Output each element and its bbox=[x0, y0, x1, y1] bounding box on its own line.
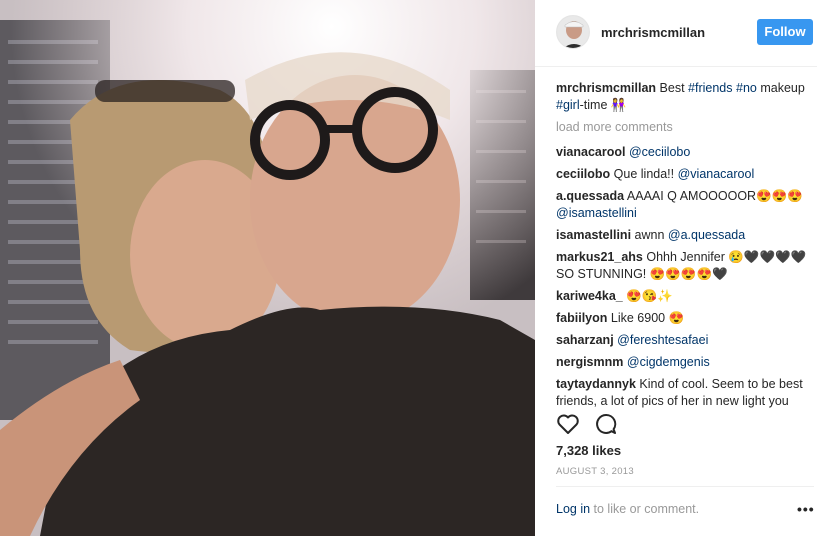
comment-username[interactable]: ceciilobo bbox=[556, 167, 610, 181]
comment: markus21_ahs Ohhh Jennifer 😢🖤🖤🖤🖤 SO STUN… bbox=[556, 249, 814, 283]
comment: fabiilyon Like 6900 😍 bbox=[556, 310, 814, 327]
post-header: mrchrismcmillan Follow bbox=[535, 0, 817, 67]
hashtag-no[interactable]: #no bbox=[736, 81, 757, 95]
divider bbox=[556, 486, 814, 487]
comment: nergismnm @cigdemgenis bbox=[556, 354, 814, 371]
comment-text: AAAAI Q AMOOOOOR😍😍😍 bbox=[626, 189, 803, 203]
comment-username[interactable]: nergismnm bbox=[556, 355, 623, 369]
comments-list: mrchrismcmillan Best #friends #no makeup… bbox=[556, 80, 814, 415]
post-date: AUGUST 3, 2013 bbox=[556, 466, 634, 477]
login-prompt: Log in to like or comment. bbox=[556, 502, 699, 516]
comment-username[interactable]: fabiilyon bbox=[556, 311, 607, 325]
caption-text-3: -time 👭 bbox=[579, 98, 627, 112]
username[interactable]: mrchrismcmillan bbox=[601, 25, 705, 40]
likes-count[interactable]: 7,328 likes bbox=[556, 443, 621, 458]
caption-username[interactable]: mrchrismcmillan bbox=[556, 81, 656, 95]
load-more-comments[interactable]: load more comments bbox=[556, 119, 814, 136]
heart-icon[interactable] bbox=[556, 413, 580, 440]
post-photo[interactable] bbox=[0, 0, 535, 536]
comment-mention[interactable]: @isamastellini bbox=[556, 206, 637, 220]
post-actions bbox=[556, 413, 618, 437]
caption-text-2: makeup bbox=[756, 81, 805, 95]
comment-mention[interactable]: @fereshtesafaei bbox=[617, 333, 708, 347]
photo-illustration bbox=[0, 0, 535, 536]
comment: ceciilobo Que linda!! @vianacarool bbox=[556, 166, 814, 183]
comment: vianacarool @ceciilobo bbox=[556, 144, 814, 161]
caption: mrchrismcmillan Best #friends #no makeup… bbox=[556, 80, 814, 114]
comment-mention[interactable]: @vianacarool bbox=[678, 167, 755, 181]
comment-text: 😍😘✨ bbox=[626, 289, 673, 303]
comment-icon[interactable] bbox=[594, 413, 618, 440]
login-link[interactable]: Log in bbox=[556, 502, 590, 516]
hashtag-friends[interactable]: #friends bbox=[688, 81, 732, 95]
comment-username[interactable]: kariwe4ka_ bbox=[556, 289, 623, 303]
more-options-icon[interactable]: ••• bbox=[797, 501, 815, 517]
login-text: to like or comment. bbox=[590, 502, 700, 516]
comment-username[interactable]: a.quessada bbox=[556, 189, 624, 203]
comment: kariwe4ka_ 😍😘✨ bbox=[556, 288, 814, 305]
comment-username[interactable]: vianacarool bbox=[556, 145, 625, 159]
comment-text: Like 6900 😍 bbox=[610, 311, 685, 325]
comment: taytaydannyk Kind of cool. Seem to be be… bbox=[556, 376, 814, 410]
post-sidebar: mrchrismcmillan Follow mrchrismcmillan B… bbox=[535, 0, 817, 536]
caption-text: Best bbox=[659, 81, 689, 95]
comment-text: awnn bbox=[634, 228, 668, 242]
comment-username[interactable]: markus21_ahs bbox=[556, 250, 643, 264]
comment-username[interactable]: taytaydannyk bbox=[556, 377, 636, 391]
hashtag-girl[interactable]: #girl bbox=[556, 98, 580, 112]
comment-username[interactable]: isamastellini bbox=[556, 228, 631, 242]
avatar[interactable] bbox=[556, 15, 590, 49]
avatar-icon bbox=[557, 16, 589, 48]
comment-text: Que linda!! bbox=[613, 167, 678, 181]
comment: a.quessada AAAAI Q AMOOOOOR😍😍😍 @isamaste… bbox=[556, 188, 814, 222]
comment-mention[interactable]: @cigdemgenis bbox=[627, 355, 710, 369]
comment-mention[interactable]: @ceciilobo bbox=[629, 145, 690, 159]
comment: isamastellini awnn @a.quessada bbox=[556, 227, 814, 244]
comment: saharzanj @fereshtesafaei bbox=[556, 332, 814, 349]
follow-button[interactable]: Follow bbox=[757, 19, 813, 45]
comment-mention[interactable]: @a.quessada bbox=[668, 228, 745, 242]
comment-username[interactable]: saharzanj bbox=[556, 333, 614, 347]
